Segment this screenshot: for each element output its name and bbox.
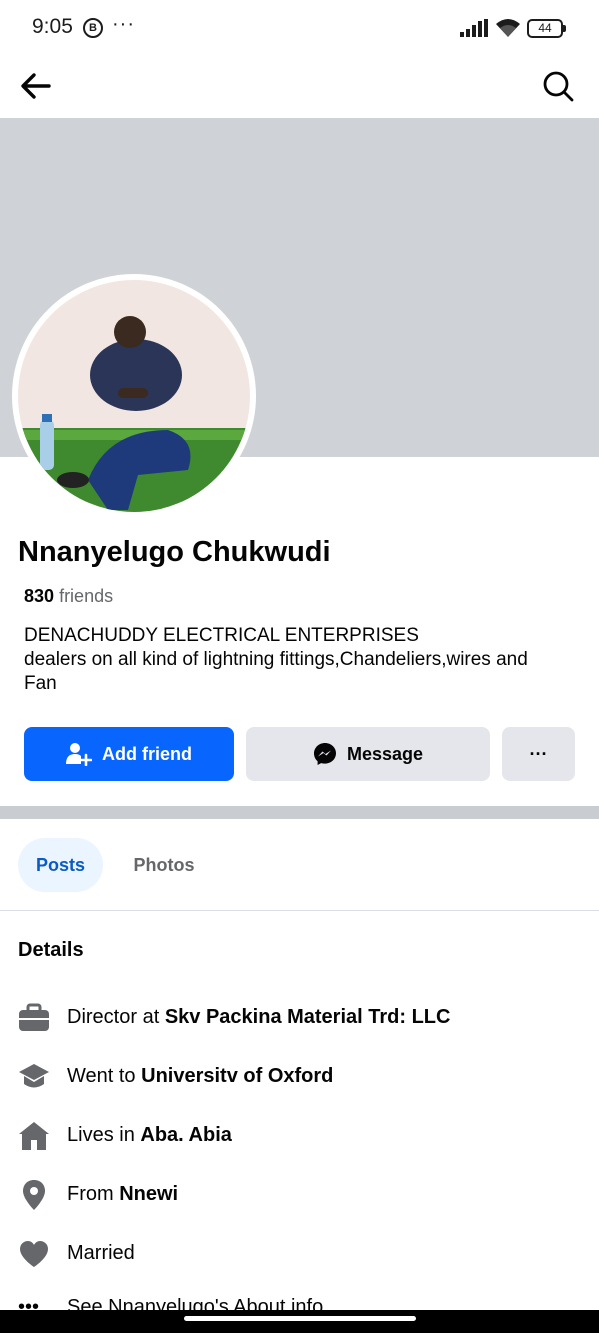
- search-button[interactable]: [540, 68, 580, 106]
- wifi-icon: [496, 19, 520, 37]
- avatar-image: [18, 280, 250, 512]
- detail-hometown-text: From Nnewi: [67, 1183, 178, 1206]
- bio-line: DENACHUDDY ELECTRICAL ENTERPRISES: [24, 625, 419, 646]
- more-dots-icon: ···: [529, 743, 548, 764]
- add-friend-button[interactable]: Add friend: [24, 727, 234, 781]
- add-person-icon: [66, 743, 92, 766]
- battery-icon: 44: [527, 19, 563, 38]
- tabs-divider: [0, 910, 599, 911]
- tab-photos[interactable]: Photos: [118, 838, 210, 892]
- briefcase-icon: [19, 1003, 49, 1031]
- search-icon: [543, 71, 574, 102]
- see-about-info-label: See Nnanyelugo's About info: [67, 1296, 324, 1310]
- detail-work-text: Director at Skv Packina Material Trd: LL…: [67, 1006, 450, 1029]
- messenger-icon: [313, 743, 336, 765]
- profile-bio: DENACHUDDY ELECTRICAL ENTERPRISES dealer…: [24, 624, 584, 696]
- detail-residence-text: Lives in Aba. Abia: [67, 1124, 232, 1147]
- detail-education-prefix: Went to: [67, 1065, 142, 1087]
- detail-work-prefix: Director at: [67, 1006, 165, 1028]
- profile-avatar[interactable]: [12, 274, 256, 518]
- detail-residence[interactable]: Lives in Aba. Abia: [0, 1118, 599, 1158]
- back-button[interactable]: [18, 68, 58, 104]
- bio-line: dealers on all kind of lightning fitting…: [24, 649, 528, 670]
- detail-relationship: Married: [0, 1236, 599, 1276]
- home-gesture-handle[interactable]: [184, 1316, 416, 1321]
- signal-icon: [460, 19, 488, 37]
- friends-count-label: friends: [59, 586, 114, 606]
- status-bar: 9:05 B ··· 44: [0, 0, 599, 56]
- detail-education-text: Went to Universitv of Oxford: [67, 1065, 333, 1088]
- detail-hometown-city[interactable]: Nnewi: [119, 1183, 178, 1205]
- tab-posts[interactable]: Posts: [18, 838, 103, 892]
- message-button[interactable]: Message: [246, 727, 490, 781]
- tab-posts-label: Posts: [35, 854, 86, 875]
- battery-level: 44: [538, 21, 552, 35]
- message-label: Message: [346, 743, 424, 764]
- detail-work-employer[interactable]: Skv Packina Material Trd: LLC: [165, 1006, 451, 1028]
- arrow-left-icon: [21, 73, 51, 99]
- status-more-icon: ···: [112, 13, 135, 35]
- home-icon: [19, 1122, 49, 1150]
- friends-count[interactable]: 830 friends: [24, 586, 113, 607]
- detail-education[interactable]: Went to Universitv of Oxford: [0, 1059, 599, 1099]
- system-nav-bar: [0, 1310, 599, 1333]
- more-options-button[interactable]: ···: [502, 727, 575, 781]
- detail-residence-prefix: Lives in: [67, 1124, 141, 1146]
- detail-relationship-status: Married: [67, 1242, 135, 1264]
- detail-residence-city[interactable]: Aba. Abia: [140, 1124, 232, 1146]
- tab-photos-label: Photos: [133, 854, 195, 875]
- section-divider: [0, 806, 599, 819]
- see-about-info[interactable]: ••• See Nnanyelugo's About info: [0, 1296, 599, 1310]
- details-heading: Details: [18, 939, 84, 961]
- location-pin-icon: [23, 1180, 45, 1210]
- battery-tip: [563, 25, 566, 32]
- profile-name: Nnanyelugo Chukwudi: [18, 536, 331, 568]
- b-badge-icon: B: [83, 18, 103, 38]
- more-dots-icon: •••: [18, 1296, 40, 1310]
- status-time: 9:05: [32, 15, 73, 38]
- detail-hometown[interactable]: From Nnewi: [0, 1177, 599, 1217]
- bio-line: Fan: [24, 673, 57, 694]
- detail-relationship-text: Married: [67, 1242, 135, 1265]
- detail-education-school[interactable]: Universitv of Oxford: [141, 1065, 333, 1087]
- top-bar: [0, 56, 599, 118]
- detail-hometown-prefix: From: [67, 1183, 120, 1205]
- heart-icon: [20, 1241, 48, 1267]
- avatar-photo: [18, 280, 250, 512]
- graduation-cap-icon: [19, 1064, 49, 1088]
- detail-work[interactable]: Director at Skv Packina Material Trd: LL…: [0, 1000, 599, 1040]
- friends-count-number: 830: [24, 586, 55, 606]
- add-friend-label: Add friend: [102, 743, 192, 764]
